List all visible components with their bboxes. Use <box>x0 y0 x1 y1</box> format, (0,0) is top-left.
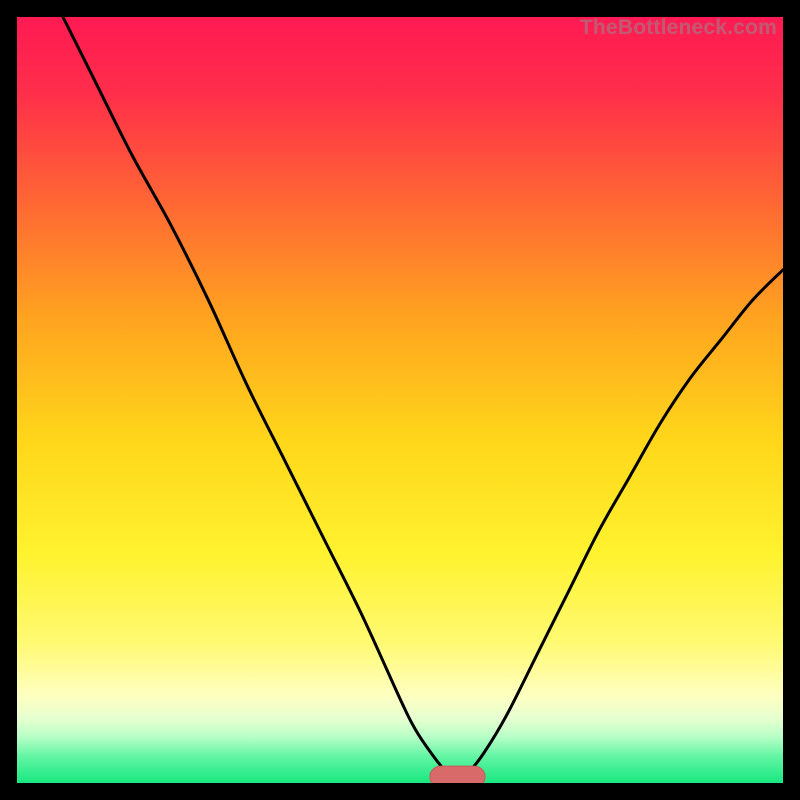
gradient-background <box>17 17 783 783</box>
optimum-marker <box>430 766 485 783</box>
chart-frame: TheBottleneck.com <box>17 17 783 783</box>
watermark-label: TheBottleneck.com <box>580 16 777 40</box>
bottleneck-chart <box>17 17 783 783</box>
